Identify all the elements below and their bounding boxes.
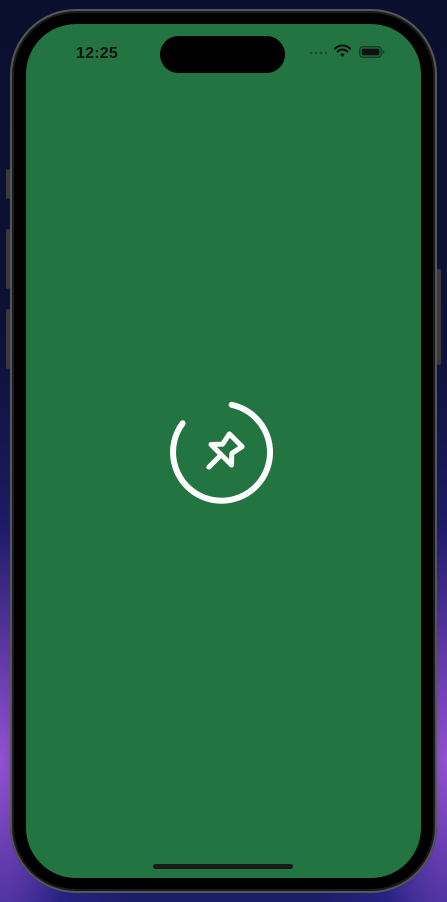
loading-spinner <box>170 401 273 504</box>
pin-icon <box>206 431 245 470</box>
dynamic-island <box>160 36 285 73</box>
volume-down-button <box>6 309 10 369</box>
action-button <box>6 169 10 199</box>
home-indicator[interactable] <box>153 864 293 869</box>
app-screen: 12:25 <box>26 24 421 878</box>
battery-icon <box>359 46 385 58</box>
volume-up-button <box>6 229 10 289</box>
status-bar: 12:25 <box>26 24 421 80</box>
status-time: 12:25 <box>76 45 118 62</box>
wifi-icon <box>334 44 351 57</box>
power-button <box>437 269 441 365</box>
cellular-signal-icon <box>309 51 328 55</box>
